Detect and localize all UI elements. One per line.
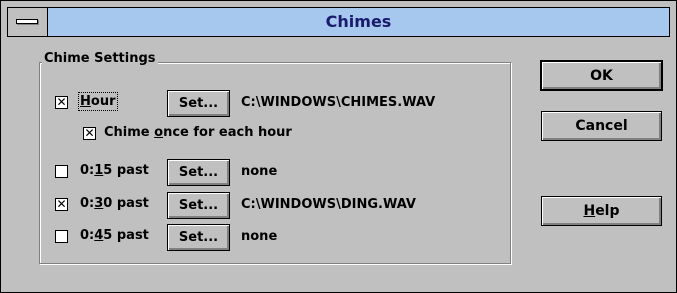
past-45-set-button[interactable]: Set... — [167, 224, 230, 251]
hour-set-button[interactable]: Set... — [167, 90, 230, 117]
title-bar: Chimes — [7, 7, 670, 37]
past-15-checkbox[interactable] — [55, 165, 68, 178]
chime-each-hour-checkbox[interactable]: ✕ — [83, 127, 96, 140]
chime-each-hour-label[interactable]: Chime once for each hour — [104, 125, 292, 140]
past-30-set-button[interactable]: Set... — [167, 192, 230, 219]
help-button[interactable]: Help — [541, 196, 662, 226]
past-30-label[interactable]: 0:30 past — [80, 196, 149, 211]
system-menu-icon — [16, 19, 38, 24]
hour-sound-file: C:\WINDOWS\CHIMES.WAV — [241, 95, 436, 110]
past-45-label[interactable]: 0:45 past — [80, 228, 149, 243]
window-title: Chimes — [325, 12, 392, 31]
past-15-set-button[interactable]: Set... — [167, 159, 230, 186]
ok-button[interactable]: OK — [540, 60, 663, 91]
system-menu-button[interactable] — [8, 8, 48, 36]
hour-checkbox-label[interactable]: Hour — [78, 92, 118, 111]
past-45-checkbox[interactable] — [55, 230, 68, 243]
hour-checkbox[interactable]: ✕ — [55, 96, 68, 109]
past-45-sound-file: none — [241, 229, 278, 244]
past-30-sound-file: C:\WINDOWS\DING.WAV — [241, 197, 416, 212]
past-15-label[interactable]: 0:15 past — [80, 163, 149, 178]
group-label: Chime Settings — [42, 51, 158, 66]
past-15-sound-file: none — [241, 164, 278, 179]
past-30-checkbox[interactable]: ✕ — [55, 198, 68, 211]
cancel-button[interactable]: Cancel — [541, 111, 662, 141]
